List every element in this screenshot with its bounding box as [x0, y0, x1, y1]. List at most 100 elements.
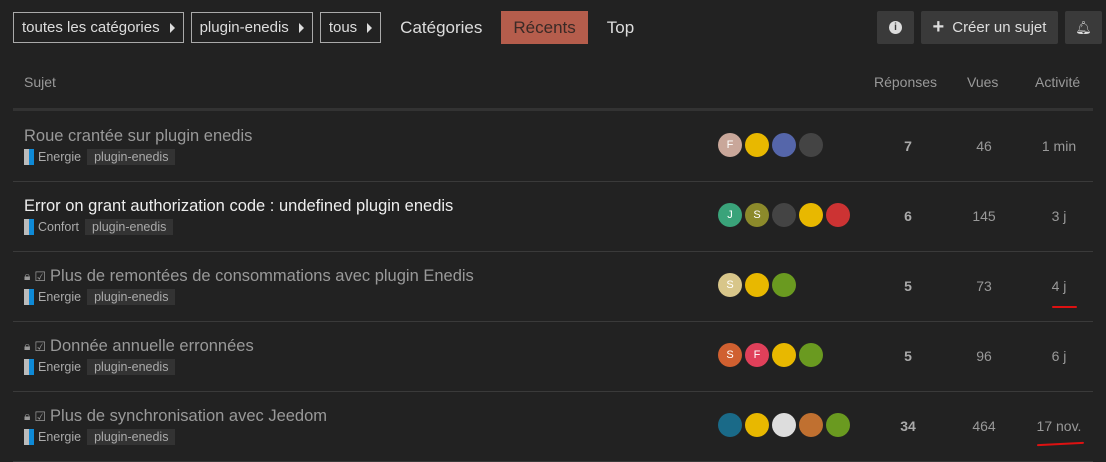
avatar-letter: S	[753, 209, 761, 221]
avatar[interactable]: S	[718, 343, 742, 367]
create-topic-button[interactable]: + Créer un sujet	[921, 11, 1058, 44]
tag-link[interactable]: plugin-enedis	[87, 429, 176, 445]
avatar[interactable]	[799, 343, 823, 367]
caret-right-icon	[169, 22, 175, 33]
category-badge-icon	[24, 149, 34, 165]
avatar-letter: J	[727, 209, 733, 221]
activity-time[interactable]: 1 min	[1029, 138, 1089, 154]
category-badge-icon	[24, 359, 34, 375]
header-replies[interactable]: Réponses	[874, 74, 937, 90]
solved-checkbox-icon: ☑	[34, 408, 47, 424]
topic-row: 🔒︎ ☑ Plus de synchronisation avec Jeedom E…	[13, 391, 1093, 462]
crumb-label: plugin-enedis	[199, 19, 289, 36]
crumb-label: tous	[328, 19, 358, 36]
lock-icon: 🔒︎	[24, 339, 31, 353]
category-link[interactable]: Confort	[38, 220, 79, 234]
avatar[interactable]	[799, 413, 823, 437]
avatar[interactable]: J	[718, 203, 742, 227]
category-badge-icon	[24, 429, 34, 445]
topic-row: 🔒︎ ☑ Donnée annuelle erronnées Energie plug…	[13, 321, 1093, 392]
avatar[interactable]	[745, 273, 769, 297]
crumb-label: toutes les catégories	[22, 19, 160, 36]
topic-title-link[interactable]: Donnée annuelle erronnées	[50, 337, 254, 356]
activity-time[interactable]: 17 nov.	[1029, 418, 1089, 434]
bell-icon: 🔔︎	[1075, 19, 1092, 35]
avatar[interactable]	[826, 413, 850, 437]
avatar[interactable]: F	[745, 343, 769, 367]
avatar-letter: F	[753, 349, 761, 361]
category-badge-icon	[24, 289, 34, 305]
tab-categories[interactable]: Catégories	[388, 11, 494, 44]
avatar-letter: F	[726, 139, 734, 151]
avatar[interactable]	[799, 203, 823, 227]
caret-right-icon	[298, 22, 304, 33]
category-link[interactable]: Energie	[38, 360, 81, 374]
topic-title-link[interactable]: Roue crantée sur plugin enedis	[24, 127, 252, 146]
avatar[interactable]	[799, 133, 823, 157]
category-link[interactable]: Energie	[38, 430, 81, 444]
header-activity[interactable]: Activité	[1035, 74, 1080, 90]
posters-avatars: F	[718, 133, 823, 157]
create-topic-label: Créer un sujet	[952, 19, 1047, 36]
topic-title-link[interactable]: Plus de remontées de consommations avec …	[50, 267, 474, 286]
tab-top[interactable]: Top	[595, 11, 646, 44]
category-dropdown[interactable]: toutes les catégories	[13, 12, 184, 43]
avatar[interactable]: S	[718, 273, 742, 297]
replies-count: 5	[904, 348, 912, 364]
solved-checkbox-icon: ☑	[34, 338, 47, 354]
tag-dropdown[interactable]: plugin-enedis	[190, 12, 313, 43]
avatar[interactable]	[772, 343, 796, 367]
solved-checkbox-icon: ☑	[34, 268, 47, 284]
activity-time[interactable]: 4 j	[1029, 278, 1089, 294]
avatar[interactable]	[772, 203, 796, 227]
tag-link[interactable]: plugin-enedis	[87, 289, 176, 305]
posters-avatars: JS	[718, 203, 850, 227]
posters-avatars: SF	[718, 343, 823, 367]
header-topic[interactable]: Sujet	[24, 74, 56, 90]
topic-title-link[interactable]: Plus de synchronisation avec Jeedom	[50, 407, 327, 426]
category-link[interactable]: Energie	[38, 290, 81, 304]
posters-avatars: S	[718, 273, 796, 297]
header-views[interactable]: Vues	[967, 74, 998, 90]
avatar[interactable]	[718, 413, 742, 437]
avatar[interactable]	[745, 413, 769, 437]
avatar[interactable]	[772, 133, 796, 157]
red-annotation-underline	[1052, 306, 1077, 308]
topic-row: Roue crantée sur plugin enedis Energie pl…	[13, 111, 1093, 182]
topic-row: 🔒︎ ☑ Plus de remontées de consommations av…	[13, 251, 1093, 322]
info-button[interactable]: i	[877, 11, 914, 44]
lock-icon: 🔒︎	[24, 409, 31, 423]
replies-count: 7	[904, 138, 912, 154]
tag-link[interactable]: plugin-enedis	[87, 359, 176, 375]
notifications-button[interactable]: 🔔︎	[1065, 11, 1102, 44]
avatar[interactable]	[772, 413, 796, 437]
views-count: 73	[976, 278, 992, 294]
filter-dropdown[interactable]: tous	[319, 12, 382, 43]
category-link[interactable]: Energie	[38, 150, 81, 164]
avatar[interactable]: S	[745, 203, 769, 227]
lock-icon: 🔒︎	[24, 269, 31, 283]
tag-link[interactable]: plugin-enedis	[85, 219, 174, 235]
activity-time[interactable]: 3 j	[1029, 208, 1089, 224]
topic-row: Error on grant authorization code : unde…	[13, 181, 1093, 252]
avatar[interactable]	[826, 203, 850, 227]
replies-count: 34	[900, 418, 916, 434]
views-count: 464	[972, 418, 996, 434]
views-count: 46	[976, 138, 992, 154]
avatar[interactable]	[745, 133, 769, 157]
views-count: 145	[972, 208, 996, 224]
replies-count: 5	[904, 278, 912, 294]
topic-title-link[interactable]: Error on grant authorization code : unde…	[24, 197, 453, 216]
avatar[interactable]	[772, 273, 796, 297]
avatar-letter: S	[726, 279, 734, 291]
posters-avatars	[718, 413, 850, 437]
activity-time[interactable]: 6 j	[1029, 348, 1089, 364]
views-count: 96	[976, 348, 992, 364]
tab-recents[interactable]: Récents	[501, 11, 588, 44]
plus-icon: +	[932, 16, 945, 38]
avatar[interactable]: F	[718, 133, 742, 157]
avatar-letter: S	[726, 349, 734, 361]
tag-link[interactable]: plugin-enedis	[87, 149, 176, 165]
category-badge-icon	[24, 219, 34, 235]
navigation-bar: toutes les catégories plugin-enedis tous…	[13, 11, 646, 44]
